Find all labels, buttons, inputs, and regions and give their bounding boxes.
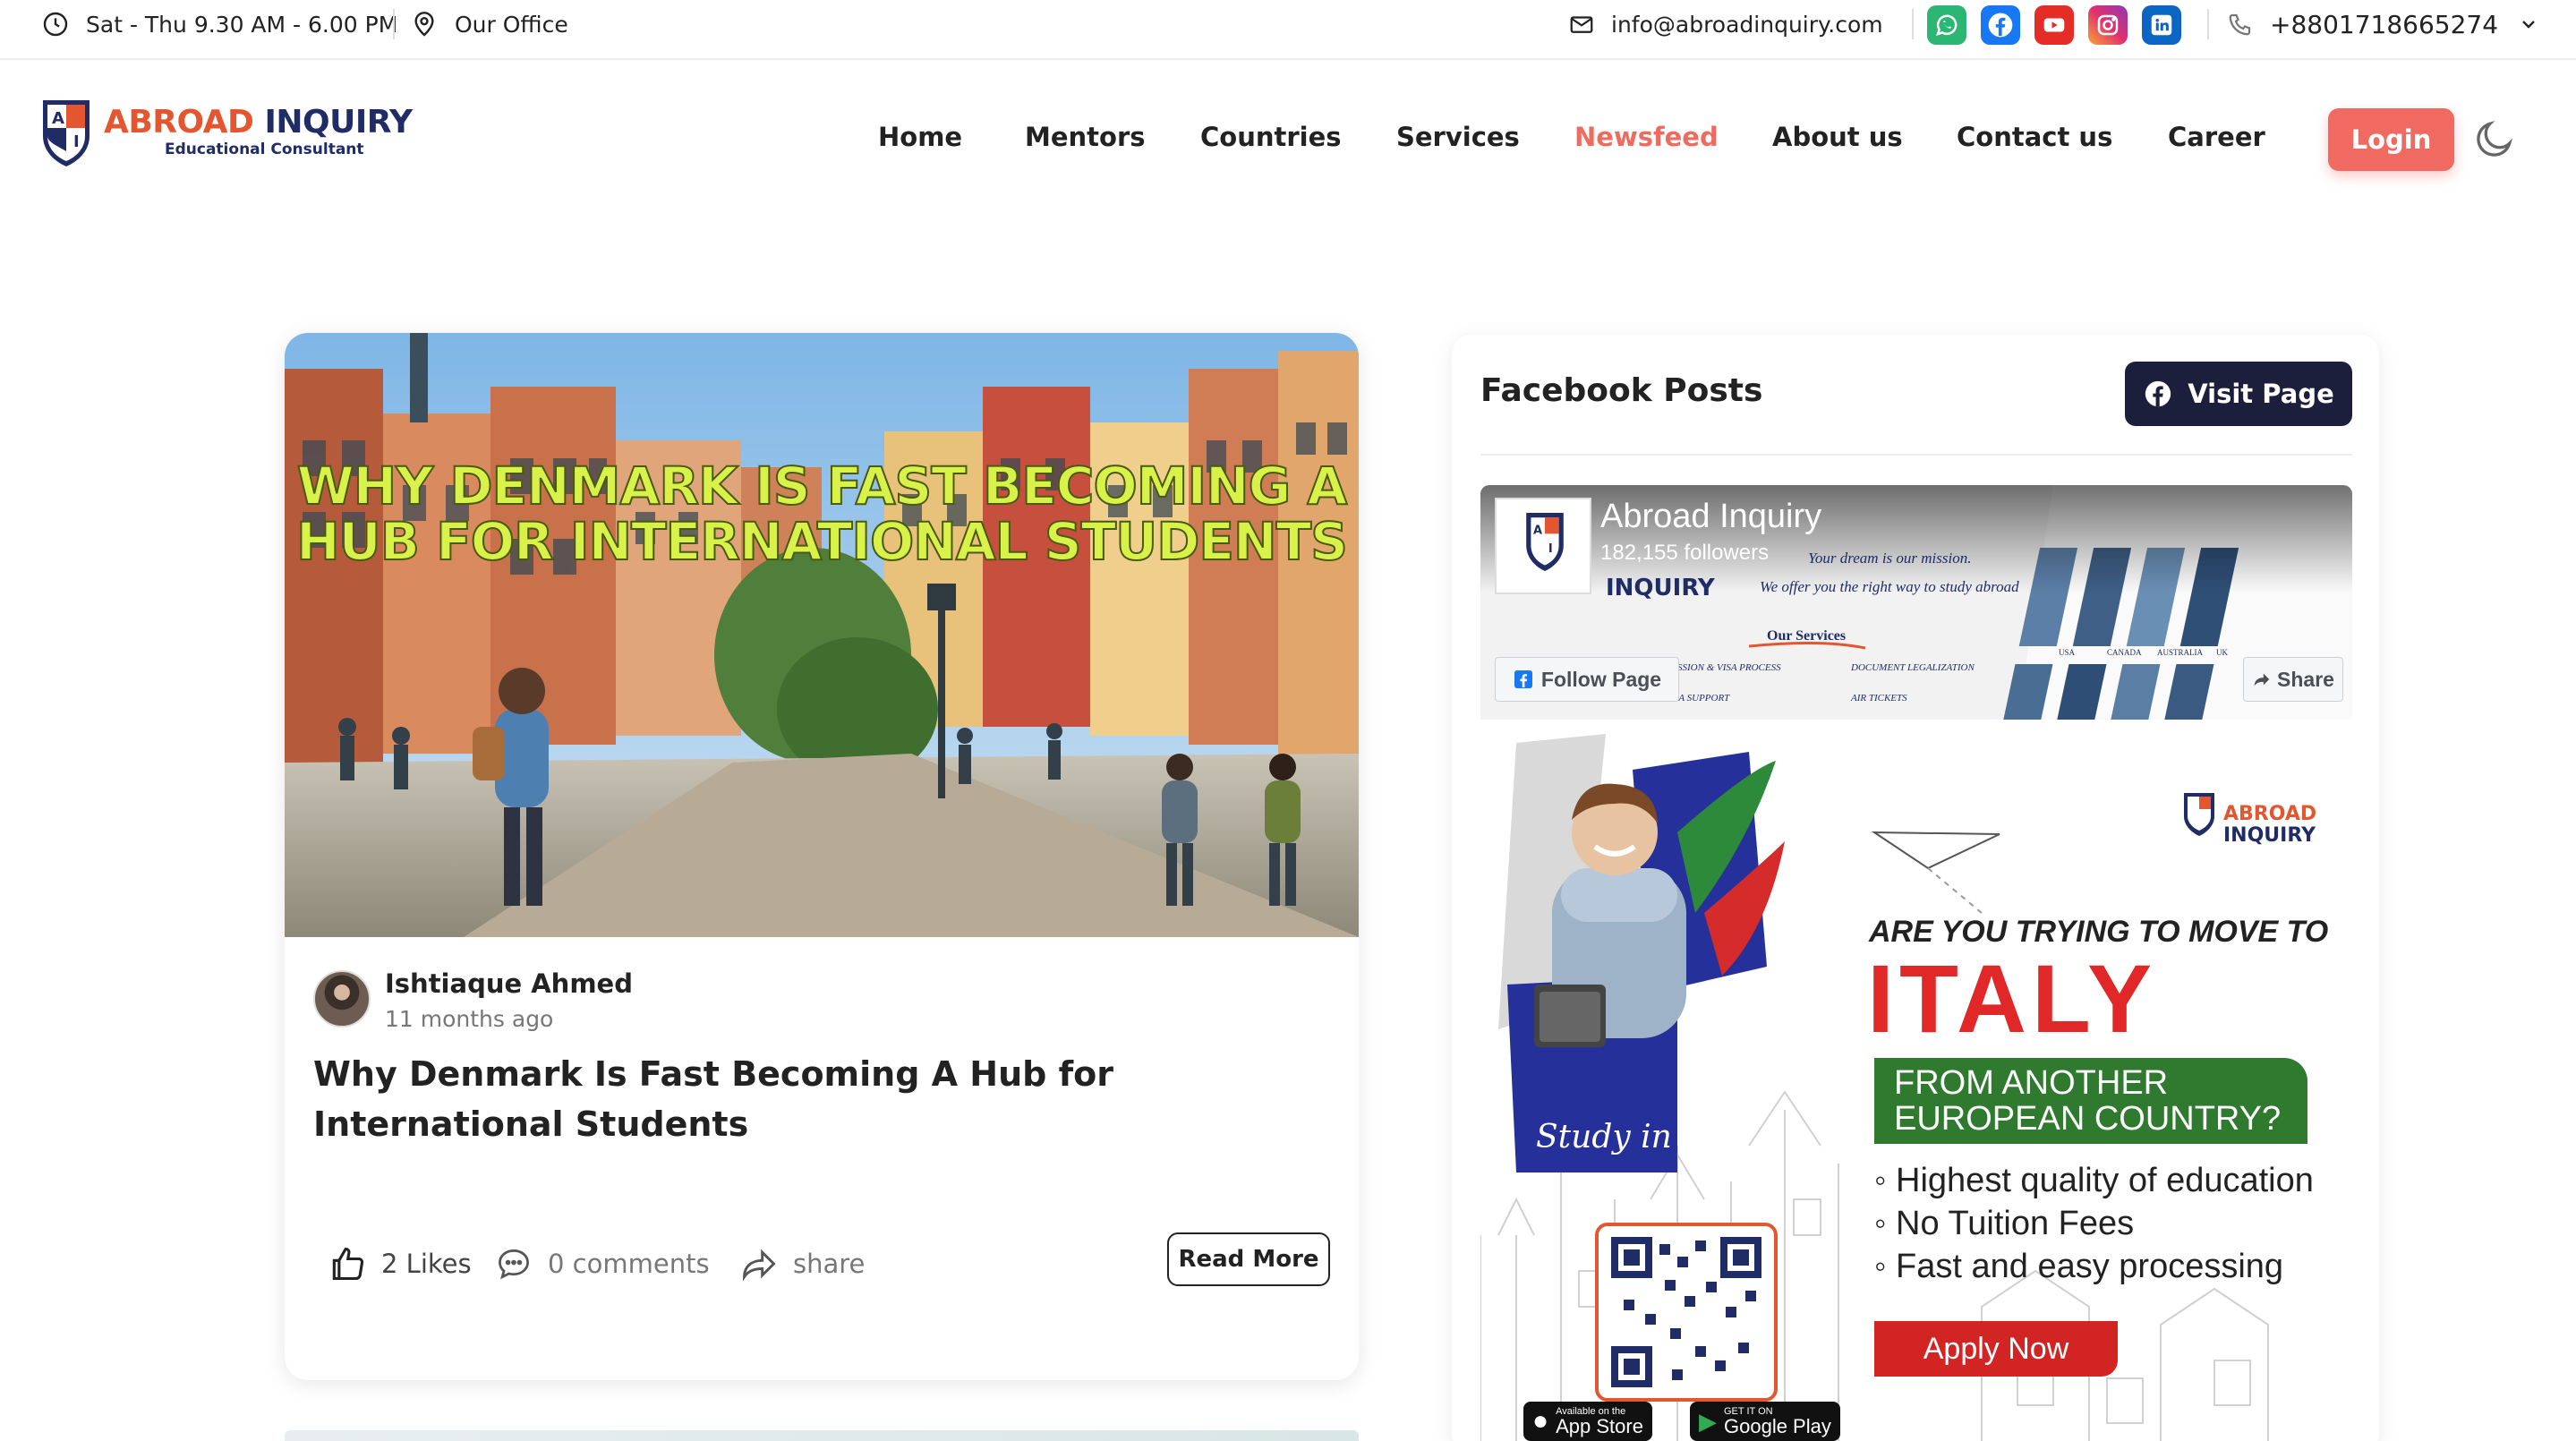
like-button[interactable]: 2 Likes [328,1241,472,1286]
facebook-posts-panel: Facebook Posts Visit Page A I Abroad Inq… [1452,335,2379,1441]
svg-text:I: I [1548,542,1553,556]
chevron-down-icon[interactable] [2518,13,2539,35]
newsfeed-post-card: WHY DENMARK IS FAST BECOMING A HUB FOR I… [285,333,1359,1380]
cover-country-uk: UK [2216,648,2228,657]
ad-brand-logo: ABROAD INQUIRY [2223,803,2317,847]
ad-country: ITALY [1867,944,2158,1053]
nav-career[interactable]: Career [2168,122,2265,152]
ad-bullet: ◦ Highest quality of education [1874,1162,2314,1199]
nav-home[interactable]: Home [878,122,962,152]
nav-about-us[interactable]: About us [1772,122,1903,152]
top-info-bar: Sat - Thu 9.30 AM - 6.00 PM Our Office i… [0,0,2576,60]
cover-slogan-1: Your dream is our mission. [1808,550,1972,567]
visit-page-button[interactable]: Visit Page [2125,362,2352,426]
author-name[interactable]: Ishtiaque Ahmed [385,968,633,999]
youtube-icon[interactable] [2034,5,2074,45]
shield-logo-icon: A I [43,100,90,166]
svg-text:A: A [1533,524,1542,537]
phone-link[interactable]: +8801718665274 [2227,0,2539,48]
office-text: Our Office [455,11,568,38]
share-arrow-icon [743,1249,776,1282]
post-cover-image[interactable]: WHY DENMARK IS FAST BECOMING A HUB FOR I… [285,333,1359,937]
business-hours-text: Sat - Thu 9.30 AM - 6.00 PM [86,11,398,38]
facebook-posts-heading: Facebook Posts [1480,372,1763,409]
business-hours: Sat - Thu 9.30 AM - 6.00 PM [41,0,397,48]
phone-icon [2227,11,2254,38]
nav-services[interactable]: Services [1396,122,1520,152]
cover-country-australia: AUSTRALIA [2157,648,2203,657]
office-location-link[interactable]: Our Office [410,0,568,48]
clock-icon [41,10,70,38]
comments-count: 0 comments [548,1249,710,1279]
facebook-icon[interactable] [1981,5,2020,45]
linkedin-icon[interactable] [2142,5,2181,45]
phone-text: +8801718665274 [2270,9,2499,39]
next-post-card-edge [285,1430,1359,1441]
visit-page-label: Visit Page [2188,379,2334,409]
facebook-page-avatar[interactable]: A I [1495,498,1591,594]
site-logo[interactable]: A I ABROAD INQUIRY Educational Consultan… [39,97,413,168]
apple-icon: ● [1532,1406,1549,1436]
share-arrow-icon [2254,673,2270,686]
cover-slogan-2: We offer you the right way to study abro… [1760,578,2019,595]
topbar-divider [1912,9,1914,39]
facebook-page-name[interactable]: Abroad Inquiry [1600,498,1821,536]
nav-countries[interactable]: Countries [1200,122,1342,152]
share-label: share [793,1249,866,1279]
post-image-headline: WHY DENMARK IS FAST BECOMING A HUB FOR I… [295,456,1349,572]
topbar-divider [393,9,395,39]
ad-subheading: FROM ANOTHER EUROPEAN COUNTRY? [1874,1058,2307,1144]
location-pin-icon [410,10,439,38]
brand-tagline: Educational Consultant [165,141,364,158]
nav-contact-us[interactable]: Contact us [1957,122,2112,152]
follow-page-button[interactable]: Follow Page [1495,657,1679,702]
comment-icon [499,1249,529,1280]
ad-apply-now: Apply Now [1874,1321,2118,1377]
post-title[interactable]: Why Denmark Is Fast Becoming A Hub for I… [313,1049,1307,1149]
facebook-share-button[interactable]: Share [2243,657,2343,702]
svg-text:A: A [52,109,64,128]
facebook-page-cover[interactable]: A I Abroad Inquiry 182,155 followers INQ… [1480,485,2352,720]
topbar-divider [2207,9,2209,39]
comments-button[interactable]: 0 comments [494,1241,710,1286]
instagram-icon[interactable] [2088,5,2128,45]
facebook-square-icon [1514,670,1532,688]
panel-divider [1480,454,2352,456]
login-button[interactable]: Login [2328,108,2454,171]
ad-study-in-label: Study in [1536,1119,1672,1155]
play-icon: ▶ [1699,1407,1717,1435]
nav-mentors[interactable]: Mentors [1025,122,1146,152]
facebook-icon [2145,380,2171,407]
moon-icon [2477,120,2513,157]
thumbs-up-icon [332,1247,364,1281]
cover-service-1: SSION & VISA PROCESS [1677,662,1781,673]
likes-count: 2 Likes [381,1249,472,1279]
cover-country-canada: CANADA [2107,648,2142,657]
email-text: info@abroadinquiry.com [1611,11,1883,38]
author-avatar[interactable] [313,970,371,1027]
whatsapp-icon[interactable] [1927,5,1966,45]
cover-services-title: Our Services [1767,628,1847,644]
cover-service-4: AIR TICKETS [1851,693,1907,703]
google-play-badge: ▶ GET IT ON Google Play [1690,1402,1840,1441]
svg-text:I: I [73,132,80,151]
mail-icon [1568,11,1595,38]
brand-name: ABROAD INQUIRY [104,104,413,141]
ad-bullet: ◦ Fast and easy processing [1874,1248,2284,1285]
cover-service-2: DOCUMENT LEGALIZATION [1851,662,1975,673]
ad-bullet: ◦ No Tuition Fees [1874,1205,2135,1242]
share-button[interactable]: share [739,1241,865,1286]
email-link[interactable]: info@abroadinquiry.com [1568,0,1883,48]
app-store-badge: ● Available on the App Store [1523,1402,1652,1441]
cover-brand-text: INQUIRY [1606,575,1715,601]
facebook-followers-count: 182,155 followers [1600,541,1770,565]
facebook-post-image[interactable]: ABROAD INQUIRY ARE YOU TRYING TO MOVE TO … [1480,734,2352,1441]
nav-newsfeed[interactable]: Newsfeed [1574,122,1719,152]
read-more-button[interactable]: Read More [1167,1232,1330,1286]
post-timestamp: 11 months ago [385,1006,554,1032]
dark-mode-toggle[interactable] [2472,116,2517,161]
cover-country-usa: USA [2059,648,2076,657]
